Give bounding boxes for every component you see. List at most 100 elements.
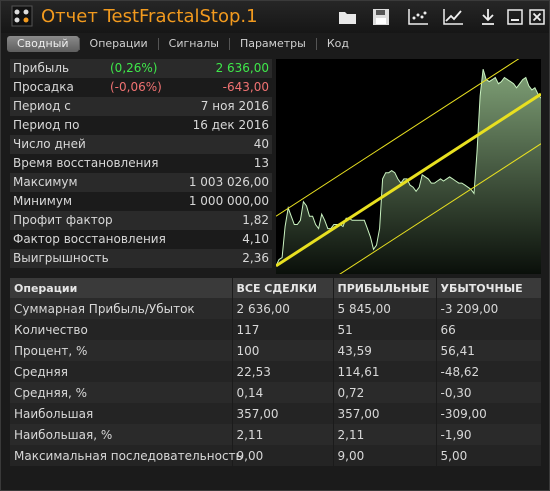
equity-chart	[276, 59, 541, 274]
equity-chart-icon	[443, 9, 463, 25]
open-folder-button[interactable]	[337, 6, 359, 28]
summary-value: 40	[253, 137, 269, 151]
summary-label: Период по	[13, 118, 80, 132]
column-header-operations: Операции	[10, 278, 233, 298]
table-cell: 2 636,00	[232, 298, 334, 319]
table-cell: 0,14	[232, 382, 334, 403]
table-row: Средняя 22,53 114,61 -48,62	[10, 361, 542, 382]
summary-label: Число дней	[13, 137, 86, 151]
column-header-profitable: ПРИБЫЛЬНЫЕ	[333, 278, 437, 298]
table-row: Процент, % 100 43,59 56,41	[10, 340, 542, 361]
table-cell: -1,90	[436, 424, 542, 445]
table-cell: 5 845,00	[333, 298, 437, 319]
summary-value: 2,36	[242, 251, 269, 265]
table-cell: Максимальная последовательность	[10, 445, 243, 466]
tab-code[interactable]: Код	[317, 36, 359, 52]
table-row: Максимальная последовательность 9,00 9,0…	[10, 445, 542, 466]
column-header-all-trades: ВСЕ СДЕЛКИ	[232, 278, 334, 298]
summary-value: 4,10	[242, 232, 269, 246]
table-cell: Процент, %	[10, 340, 233, 361]
summary-value: 1 003 026,00	[188, 175, 269, 189]
table-cell: 56,41	[436, 340, 542, 361]
table-cell: Средняя, %	[10, 382, 233, 403]
table-row: Средняя, % 0,14 0,72 -0,30	[10, 382, 542, 403]
tab-signals[interactable]: Сигналы	[159, 36, 229, 52]
table-cell: 9,00	[333, 445, 437, 466]
summary-row-recovery-time: Время восстановления 13	[10, 154, 272, 173]
summary-label: Время восстановления	[13, 156, 159, 170]
summary-label: Просадка	[13, 80, 74, 94]
table-cell: 114,61	[333, 361, 437, 382]
table-cell: 5,00	[436, 445, 542, 466]
summary-row-win-rate: Выигрышность 2,36	[10, 249, 272, 268]
summary-label: Максимум	[13, 175, 78, 189]
table-header-row: Операции ВСЕ СДЕЛКИ ПРИБЫЛЬНЫЕ УБЫТОЧНЫЕ	[10, 278, 542, 298]
chart-settings-icon	[408, 9, 428, 25]
download-button[interactable]	[477, 6, 499, 28]
table-cell: 2,11	[333, 424, 437, 445]
summary-value: -643,00	[222, 80, 269, 94]
tab-parameters[interactable]: Параметры	[230, 36, 316, 52]
summary-row-days: Число дней 40	[10, 135, 272, 154]
column-header-losing: УБЫТОЧНЫЕ	[436, 278, 542, 298]
folder-open-icon	[339, 12, 356, 24]
summary-row-maximum: Максимум 1 003 026,00	[10, 173, 272, 192]
summary-value: 16 дек 2016	[192, 118, 269, 132]
summary-label: Выигрышность	[13, 251, 109, 265]
summary-row-period-to: Период по 16 дек 2016	[10, 116, 272, 135]
table-cell: 357,00	[333, 403, 437, 424]
summary-value: 13	[253, 156, 269, 170]
equity-area	[276, 69, 541, 274]
table-row: Наибольшая, % 2,11 2,11 -1,90	[10, 424, 542, 445]
summary-value: 2 636,00	[215, 61, 269, 75]
summary-label: Период с	[13, 99, 71, 113]
summary-label: Профит фактор	[13, 213, 113, 227]
app-logo-icon	[11, 5, 33, 27]
table-cell: 100	[232, 340, 334, 361]
table-row: Наибольшая 357,00 357,00 -309,00	[10, 403, 542, 424]
table-cell: 2,11	[232, 424, 334, 445]
table-cell: 357,00	[232, 403, 334, 424]
table-cell: 9,00	[232, 445, 334, 466]
table-row: Количество 117 51 66	[10, 319, 542, 340]
summary-value: 1 000 000,00	[188, 194, 269, 208]
summary-panel: Прибыль (0,26%) 2 636,00 Просадка (-0,06…	[10, 59, 272, 268]
operations-table: Операции ВСЕ СДЕЛКИ ПРИБЫЛЬНЫЕ УБЫТОЧНЫЕ…	[10, 278, 542, 466]
download-icon	[482, 9, 494, 25]
title-bar: Отчет TestFractalStop.1	[1, 1, 549, 33]
table-cell: -3 209,00	[436, 298, 542, 319]
table-cell: Средняя	[10, 361, 233, 382]
summary-row-minimum: Минимум 1 000 000,00	[10, 192, 272, 211]
table-cell: 22,53	[232, 361, 334, 382]
summary-percent: (-0,06%)	[110, 80, 162, 94]
table-cell: -309,00	[436, 403, 542, 424]
table-cell: Наибольшая	[10, 403, 233, 424]
table-cell: 117	[232, 319, 334, 340]
table-row: Суммарная Прибыль/Убыток 2 636,00 5 845,…	[10, 298, 542, 319]
chart-settings-button[interactable]	[407, 6, 429, 28]
table-cell: -0,30	[436, 382, 542, 403]
equity-chart-button[interactable]	[442, 6, 464, 28]
minimize-button[interactable]	[504, 6, 526, 28]
summary-value: 1,82	[242, 213, 269, 227]
summary-row-drawdown: Просадка (-0,06%) -643,00	[10, 78, 272, 97]
summary-label: Прибыль	[13, 61, 70, 75]
table-cell: -48,62	[436, 361, 542, 382]
tab-summary[interactable]: Сводный	[7, 36, 79, 52]
summary-percent: (0,26%)	[110, 61, 158, 75]
close-button[interactable]	[526, 6, 548, 28]
save-icon	[373, 9, 389, 25]
summary-value: 7 ноя 2016	[200, 99, 269, 113]
report-window: Отчет TestFractalStop.1 Сводный Операции…	[0, 0, 550, 491]
table-cell: Количество	[10, 319, 233, 340]
tab-operations[interactable]: Операции	[80, 36, 158, 52]
summary-row-profit: Прибыль (0,26%) 2 636,00	[10, 59, 272, 78]
summary-row-period-from: Период с 7 ноя 2016	[10, 97, 272, 116]
minimize-icon	[507, 9, 523, 25]
save-button[interactable]	[370, 6, 392, 28]
summary-row-recovery-factor: Фактор восстановления 4,10	[10, 230, 272, 249]
table-cell: Наибольшая, %	[10, 424, 233, 445]
summary-label: Минимум	[13, 194, 73, 208]
table-cell: 0,72	[333, 382, 437, 403]
window-title: Отчет TestFractalStop.1	[41, 6, 258, 27]
